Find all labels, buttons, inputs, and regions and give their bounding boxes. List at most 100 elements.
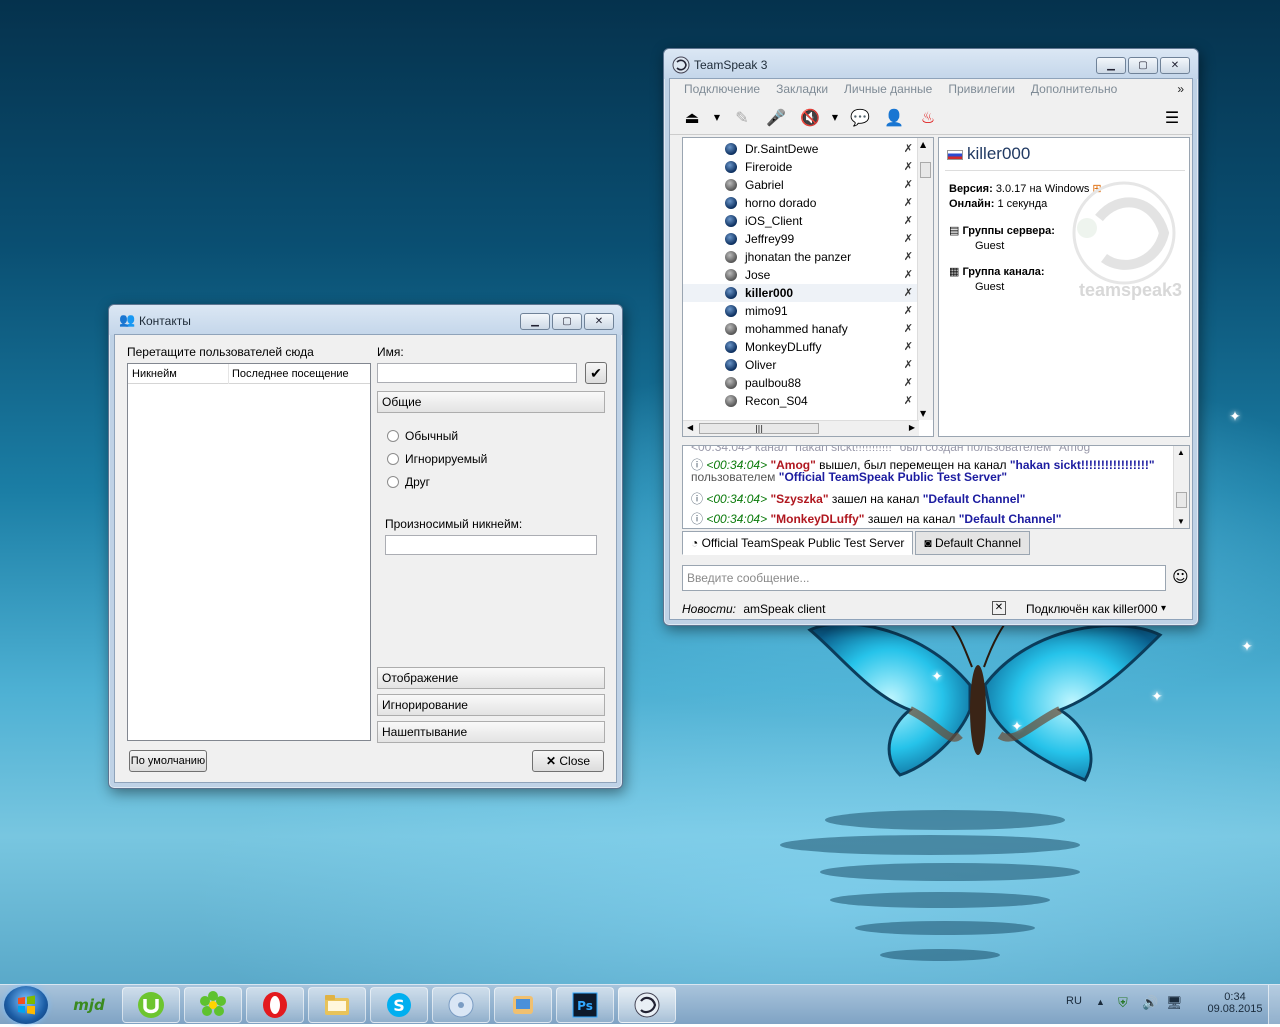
contacts-list[interactable]: Никнейм Последнее посещение — [127, 363, 371, 741]
column-nickname[interactable]: Никнейм — [132, 368, 177, 380]
dropdown-arrow-icon[interactable]: ▼ — [830, 105, 840, 131]
client-row[interactable]: Recon_S04 ✗ — [683, 392, 919, 410]
scroll-left-arrow-icon[interactable]: ◀ — [687, 423, 693, 432]
network-shield-icon[interactable]: ⛨ — [1118, 995, 1128, 1011]
scroll-down-arrow-icon[interactable]: ▼ — [920, 409, 926, 418]
scroll-up-arrow-icon[interactable]: ▲ — [920, 140, 926, 149]
section-whispering[interactable]: Нашептывание — [377, 721, 605, 743]
scroll-up-arrow-icon[interactable]: ▲ — [1177, 448, 1185, 457]
client-row[interactable]: Fireroide ✗ — [683, 158, 919, 176]
taskbar-app-explorer[interactable] — [308, 987, 366, 1023]
radio-ignored[interactable]: Игнорируемый — [387, 452, 487, 466]
menu-connections[interactable]: Подключение — [684, 79, 760, 99]
menu-tools[interactable]: Дополнительно — [1031, 79, 1117, 99]
chat-channel-link[interactable]: "Default Channel" — [923, 492, 1026, 506]
tab-channel[interactable]: ◙ Default Channel — [915, 531, 1031, 555]
chat-channel-link[interactable]: "hakan sickt!!!!!!!!!!!!!!!!!" — [1010, 458, 1155, 472]
show-hidden-icons-icon[interactable]: ▲ — [1096, 997, 1105, 1007]
connection-quality-icon[interactable]: ▾ — [1161, 599, 1166, 619]
menu-permissions[interactable]: Привилегии — [948, 79, 1015, 99]
taskbar-app-media[interactable] — [432, 987, 490, 1023]
column-last-seen[interactable]: Последнее посещение — [232, 368, 349, 380]
minimize-button[interactable]: ▁ — [1096, 57, 1126, 74]
scroll-down-arrow-icon[interactable]: ▼ — [1177, 517, 1185, 526]
client-row[interactable]: Jeffrey99 ✗ — [683, 230, 919, 248]
mute-speakers-icon[interactable]: 🔇 — [796, 105, 824, 131]
menu-bookmarks[interactable]: Закладки — [776, 79, 828, 99]
close-news-icon[interactable]: ✕ — [992, 601, 1006, 615]
scroll-thumb[interactable] — [920, 162, 931, 178]
section-general[interactable]: Общие — [377, 391, 605, 413]
server-view-icon[interactable]: ☰ — [1158, 105, 1186, 131]
radio-normal[interactable]: Обычный — [387, 429, 458, 443]
radio-friend[interactable]: Друг — [387, 475, 430, 489]
client-row[interactable]: jhonatan the panzer ✗ — [683, 248, 919, 266]
radio-dot[interactable] — [387, 476, 399, 488]
taskbar-app-icq[interactable] — [184, 987, 242, 1023]
dropdown-arrow-icon[interactable]: ▼ — [712, 105, 722, 131]
taskbar-app-skype[interactable]: S — [370, 987, 428, 1023]
bookmark-flame-icon[interactable]: ♨ — [914, 105, 942, 131]
taskbar-app-utorrent[interactable] — [122, 987, 180, 1023]
client-row[interactable]: mohammed hanafy ✗ — [683, 320, 919, 338]
minimize-button[interactable]: ▁ — [520, 313, 550, 330]
clock[interactable]: 0:34 09.08.2015 — [1205, 991, 1265, 1015]
taskbar-app-opera[interactable] — [246, 987, 304, 1023]
message-input[interactable]: Введите сообщение... — [682, 565, 1166, 591]
maximize-button[interactable]: ▢ — [1128, 57, 1158, 74]
start-button[interactable] — [4, 986, 48, 1024]
confirm-name-checkmark-icon[interactable]: ✔ — [585, 362, 607, 384]
chat-nick[interactable]: "Szyszka" — [770, 492, 828, 506]
default-button[interactable]: По умолчанию — [129, 750, 207, 772]
contacts-icon[interactable]: 👤 — [880, 105, 908, 131]
taskbar-app-teamspeak[interactable] — [618, 987, 676, 1023]
volume-icon[interactable]: 🔊 — [1142, 995, 1158, 1011]
chat-scrollbar[interactable]: ▲ ▼ — [1173, 446, 1189, 528]
taskbar-app-photoshop[interactable]: Ps — [556, 987, 614, 1023]
chat-nick[interactable]: "MonkeyDLuffy" — [770, 512, 864, 526]
mute-microphone-icon[interactable]: 🎤 — [762, 105, 790, 131]
tab-server[interactable]: ◔ Official TeamSpeak Public Test Server — [682, 531, 914, 555]
tree-horizontal-scrollbar[interactable]: ◀ ||| ▶ — [683, 420, 919, 436]
tree-vertical-scrollbar[interactable]: ▲ ▼ — [917, 138, 933, 420]
emoticon-icon[interactable]: ☺ — [1172, 567, 1189, 586]
scroll-right-arrow-icon[interactable]: ▶ — [909, 423, 915, 432]
subscribe-icon[interactable]: 💬 — [846, 105, 874, 131]
contacts-titlebar[interactable]: 👥 Контакты ▁ ▢ ✕ — [109, 305, 622, 335]
client-row[interactable]: MonkeyDLuffy ✗ — [683, 338, 919, 356]
disconnect-icon[interactable]: ⏏ — [678, 105, 706, 131]
client-row[interactable]: iOS_Client ✗ — [683, 212, 919, 230]
sparkle-decoration: ✦ — [1241, 639, 1253, 655]
language-indicator[interactable]: RU — [1066, 995, 1082, 1007]
client-row[interactable]: paulbou88 ✗ — [683, 374, 919, 392]
phonetic-nickname-input[interactable] — [385, 535, 597, 555]
away-icon[interactable]: ✎ — [728, 105, 756, 131]
client-row[interactable]: horno dorado ✗ — [683, 194, 919, 212]
section-display[interactable]: Отображение — [377, 667, 605, 689]
client-row[interactable]: Dr.SaintDewe ✗ — [683, 140, 919, 158]
menu-self[interactable]: Личные данные — [844, 79, 932, 99]
chat-channel-link[interactable]: "Default Channel" — [959, 512, 1062, 526]
scroll-thumb[interactable] — [1176, 492, 1187, 508]
name-input[interactable] — [377, 363, 577, 383]
radio-dot[interactable] — [387, 430, 399, 442]
radio-dot[interactable] — [387, 453, 399, 465]
close-button[interactable]: ✕ — [1160, 57, 1190, 74]
close-button[interactable]: ✕ — [584, 313, 614, 330]
menu-overflow-chevron-icon[interactable]: » — [1177, 79, 1184, 99]
client-row[interactable]: mimo91 ✗ — [683, 302, 919, 320]
client-row[interactable]: Oliver ✗ — [683, 356, 919, 374]
client-row[interactable]: killer000 ✗ — [683, 284, 919, 302]
close-dialog-button[interactable]: ✕ Close — [532, 750, 604, 772]
chat-server-link[interactable]: "Official TeamSpeak Public Test Server" — [779, 470, 1007, 484]
teamspeak-titlebar[interactable]: TeamSpeak 3 ▁ ▢ ✕ — [664, 49, 1198, 79]
client-row[interactable]: Gabriel ✗ — [683, 176, 919, 194]
taskbar-app-paint[interactable] — [494, 987, 552, 1023]
maximize-button[interactable]: ▢ — [552, 313, 582, 330]
network-icon[interactable]: 🖥 — [1166, 995, 1183, 1011]
client-row[interactable]: Jose ✗ — [683, 266, 919, 284]
section-ignoring[interactable]: Игнорирование — [377, 694, 605, 716]
taskbar-app-mjd[interactable]: mjd — [60, 987, 118, 1023]
scroll-thumb[interactable]: ||| — [699, 423, 819, 434]
show-desktop-button[interactable] — [1268, 985, 1280, 1025]
